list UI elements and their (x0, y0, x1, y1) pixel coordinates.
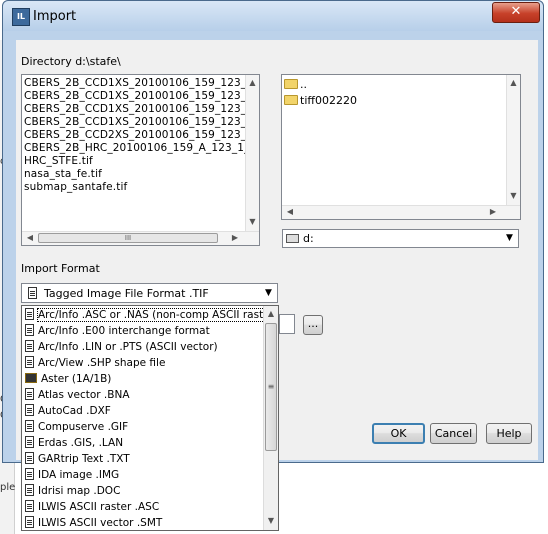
scroll-down-arrow-icon[interactable]: ▼ (508, 191, 519, 201)
directory-name: tiff002220 (300, 94, 357, 107)
background-text-fragment: ple (0, 482, 16, 493)
directory-list[interactable]: .. tiff002220 ▲ ▼ ◀ ▶ (281, 74, 521, 220)
browse-button[interactable]: ... (303, 315, 323, 335)
list-item[interactable]: nasa_sta_fe.tif (24, 168, 102, 181)
list-item[interactable]: ILWIS ASCII raster .ASC (25, 499, 159, 515)
format-option: Arc/Info .E00 interchange format (38, 325, 210, 337)
document-icon (25, 452, 34, 464)
scroll-up-arrow-icon[interactable]: ▲ (266, 309, 276, 319)
scroll-right-arrow-icon[interactable]: ▶ (488, 207, 498, 217)
folder-icon (284, 95, 298, 105)
list-item[interactable]: Compuserve .GIF (25, 419, 128, 435)
import-format-dropdown[interactable]: Arc/Info .ASC or .NAS (non-comp ASCII ra… (21, 305, 279, 531)
scroll-up-arrow-icon[interactable]: ▲ (508, 78, 519, 88)
folder-icon (284, 79, 298, 89)
document-icon (25, 500, 34, 512)
ok-button[interactable]: OK (372, 423, 425, 444)
import-format-label: Import Format (21, 262, 100, 275)
vertical-scroll-thumb[interactable]: ≡ (265, 323, 277, 451)
document-icon (25, 324, 34, 336)
list-item[interactable]: GARtrip Text .TXT (25, 451, 130, 467)
list-item[interactable]: CBERS_2B_CCD1XS_20100106_159_123_L2 (24, 103, 259, 116)
document-icon (25, 516, 34, 528)
scroll-left-arrow-icon[interactable]: ◀ (285, 207, 295, 217)
list-item[interactable]: CBERS_2B_HRC_20100106_159_A_123_1_L (24, 142, 256, 155)
file-list[interactable]: CBERS_2B_CCD1XS_20100106_159_123_L2 CBER… (21, 74, 260, 246)
format-option: Arc/View .SHP shape file (38, 357, 166, 369)
file-list-horizontal-scrollbar[interactable]: ◀ III ▶ (22, 231, 259, 245)
list-item[interactable]: .. (284, 78, 307, 92)
scroll-down-arrow-icon[interactable]: ▼ (247, 217, 258, 227)
format-option: Erdas .GIS, .LAN (38, 437, 124, 449)
list-item[interactable]: Arc/Info .ASC or .NAS (non-comp ASCII ra… (25, 307, 278, 323)
file-list-vertical-scrollbar[interactable]: ▲ ▼ (245, 75, 259, 231)
list-item[interactable]: HRC_STFE.tif (24, 155, 93, 168)
list-item[interactable]: CBERS_2B_CCD2XS_20100106_159_123_L2 (24, 129, 259, 142)
close-button[interactable]: ✕ (492, 2, 540, 23)
format-option: Arc/Info .ASC or .NAS (non-comp ASCII ra… (36, 308, 279, 322)
scroll-left-arrow-icon[interactable]: ◀ (25, 233, 35, 243)
list-item[interactable]: CBERS_2B_CCD1XS_20100106_159_123_L2 (24, 77, 259, 90)
list-item[interactable]: IDA image .IMG (25, 467, 119, 483)
list-item[interactable]: ILWIS ASCII vector .SMT (25, 515, 163, 530)
list-item[interactable]: Aster (1A/1B) (25, 371, 111, 387)
title-bar[interactable]: IL Import ✕ (3, 1, 543, 31)
list-item[interactable]: tiff002220 (284, 94, 357, 108)
scroll-right-arrow-icon[interactable]: ▶ (230, 233, 240, 243)
import-format-value: Tagged Image File Format .TIF (44, 287, 209, 300)
document-icon (25, 484, 34, 496)
drive-icon (286, 234, 299, 243)
directory-list-vertical-scrollbar[interactable]: ▲ ▼ (506, 75, 520, 205)
format-option: IDA image .IMG (38, 469, 120, 481)
document-icon (25, 420, 34, 432)
list-item[interactable]: AutoCad .DXF (25, 403, 111, 419)
scroll-down-arrow-icon[interactable]: ▼ (266, 516, 276, 526)
document-icon (25, 356, 34, 368)
document-icon (25, 340, 34, 352)
output-name-field[interactable] (279, 314, 295, 334)
horizontal-scroll-thumb[interactable]: III (38, 233, 218, 243)
document-icon (25, 404, 34, 416)
list-item[interactable]: Arc/Info .E00 interchange format (25, 323, 210, 339)
format-option: AutoCad .DXF (38, 405, 111, 417)
list-item[interactable]: submap_santafe.tif (24, 181, 127, 194)
document-icon (25, 388, 34, 400)
list-item[interactable]: CBERS_2B_CCD1XS_20100106_159_123_L2 (24, 90, 259, 103)
document-icon (25, 468, 34, 480)
format-option: Arc/Info .LIN or .PTS (ASCII vector) (38, 341, 218, 353)
directory-label: Directory d:\stafe\ (21, 55, 121, 68)
document-icon (25, 308, 34, 320)
window-title: Import (33, 9, 77, 24)
help-button[interactable]: Help (486, 423, 532, 444)
format-option: GARtrip Text .TXT (38, 453, 130, 465)
format-option: Aster (1A/1B) (41, 373, 112, 385)
dropdown-vertical-scrollbar[interactable]: ▲ ≡ ▼ (263, 306, 278, 530)
directory-list-horizontal-scrollbar[interactable]: ◀ ▶ (282, 205, 520, 219)
list-item[interactable]: CBERS_2B_CCD1XS_20100106_159_123_L2 (24, 116, 259, 129)
document-icon (25, 436, 34, 448)
format-option: Atlas vector .BNA (38, 389, 130, 401)
list-item[interactable]: Arc/Info .LIN or .PTS (ASCII vector) (25, 339, 218, 355)
drive-select[interactable]: d: ▼ (282, 229, 519, 248)
cancel-button[interactable]: Cancel (430, 423, 477, 444)
format-option: ILWIS ASCII raster .ASC (38, 501, 160, 513)
format-option: Idrisi map .DOC (38, 485, 121, 497)
list-item[interactable]: Atlas vector .BNA (25, 387, 130, 403)
ilwis-app-icon: IL (12, 8, 30, 26)
format-option: ILWIS ASCII vector .SMT (38, 517, 163, 529)
format-option: Compuserve .GIF (38, 421, 129, 433)
folder-icon (25, 373, 37, 383)
chevron-down-icon[interactable]: ▼ (502, 231, 517, 246)
list-item[interactable]: Arc/View .SHP shape file (25, 355, 165, 371)
document-icon (28, 287, 37, 299)
directory-name: .. (300, 78, 307, 91)
chevron-down-icon[interactable]: ▼ (261, 286, 276, 301)
scroll-up-arrow-icon[interactable]: ▲ (247, 78, 258, 88)
drive-value: d: (303, 232, 314, 245)
list-item[interactable]: Idrisi map .DOC (25, 483, 120, 499)
import-format-select[interactable]: Tagged Image File Format .TIF ▼ (21, 283, 278, 303)
list-item[interactable]: Erdas .GIS, .LAN (25, 435, 123, 451)
